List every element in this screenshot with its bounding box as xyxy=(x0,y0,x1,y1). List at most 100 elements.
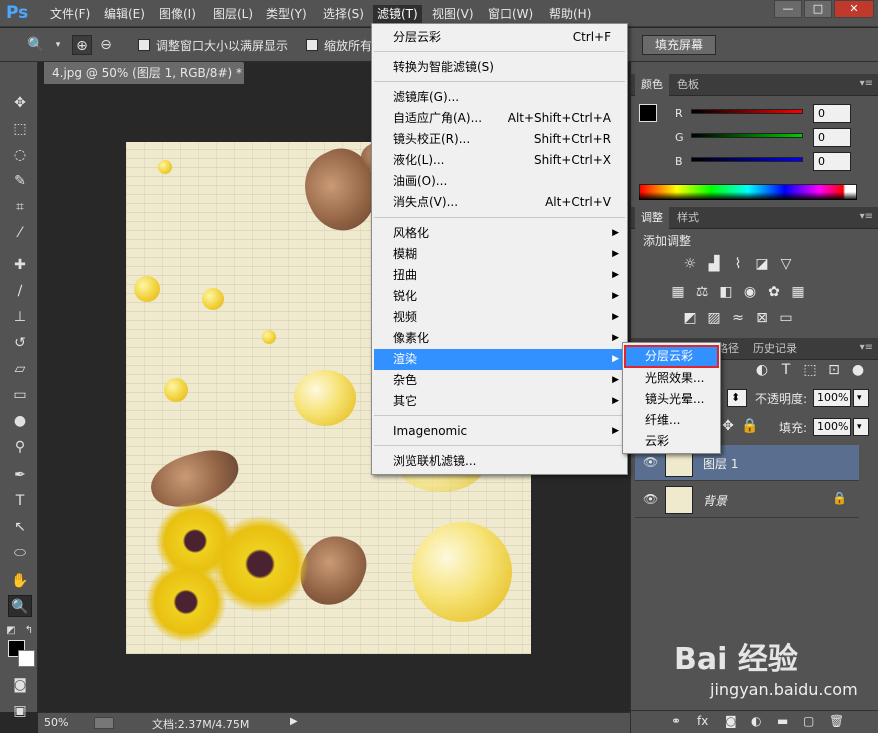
opacity-dropdown-icon[interactable]: ▾ xyxy=(853,389,869,407)
menu-item-oil-paint[interactable]: 油画(O)... xyxy=(374,171,625,192)
menu-edit[interactable]: 编辑(E) xyxy=(100,5,149,23)
slider-b-track[interactable] xyxy=(691,157,803,162)
document-tab[interactable]: 4.jpg @ 50% (图层 1, RGB/8#) * × xyxy=(44,62,244,102)
layer-name[interactable]: 背景 xyxy=(703,492,727,509)
menu-item-lens-correction[interactable]: 镜头校正(R)... Shift+Ctrl+R xyxy=(374,129,625,150)
type-tool-icon[interactable]: T xyxy=(8,490,32,512)
filter-type-icon[interactable]: T xyxy=(777,362,795,378)
layer-name[interactable]: 图层 1 xyxy=(703,455,738,472)
filter-adjustment-icon[interactable]: ◐ xyxy=(753,362,771,378)
filter-toggle-icon[interactable]: ● xyxy=(849,362,867,378)
menu-window[interactable]: 窗口(W) xyxy=(484,5,537,23)
menu-item-stylize[interactable]: 风格化 ▶ xyxy=(374,223,625,244)
menu-filter[interactable]: 滤镜(T) xyxy=(373,5,422,23)
color-lookup-icon[interactable]: ▦ xyxy=(789,284,807,300)
swap-colors-icon[interactable]: ↰ xyxy=(22,620,36,642)
crop-tool-icon[interactable]: ⌗ xyxy=(8,196,32,218)
menu-item-browse-online-filters[interactable]: 浏览联机滤镜... xyxy=(374,451,625,472)
menu-item-clouds-difference-last[interactable]: 分层云彩 Ctrl+F xyxy=(374,27,625,48)
link-layers-icon[interactable]: ⚭ xyxy=(671,714,681,728)
pen-tool-icon[interactable]: ✒ xyxy=(8,464,32,486)
menu-item-noise[interactable]: 杂色 ▶ xyxy=(374,370,625,391)
menu-item-pixelate[interactable]: 像素化 ▶ xyxy=(374,328,625,349)
menu-item-blur[interactable]: 模糊 ▶ xyxy=(374,244,625,265)
hand-tool-icon[interactable]: ✋ xyxy=(8,570,32,592)
color-spectrum-bar[interactable] xyxy=(639,184,857,200)
filter-shape-icon[interactable]: ⬚ xyxy=(801,362,819,378)
tab-styles[interactable]: 样式 xyxy=(671,207,705,229)
menu-file[interactable]: 文件(F) xyxy=(46,5,94,23)
hue-saturation-icon[interactable]: ▦ xyxy=(669,284,687,300)
default-colors-icon[interactable]: ◩ xyxy=(4,620,18,642)
zoom-in-icon[interactable]: ⊕ xyxy=(72,35,92,55)
blur-tool-icon[interactable]: ● xyxy=(8,410,32,432)
fill-dropdown-icon[interactable]: ▾ xyxy=(853,418,869,436)
lock-all-icon[interactable]: 🔒 xyxy=(741,418,759,434)
menu-item-sharpen[interactable]: 锐化 ▶ xyxy=(374,286,625,307)
minimize-button[interactable]: — xyxy=(774,0,802,18)
panel-menu-icon[interactable]: ▾≡ xyxy=(860,78,873,89)
delete-layer-icon[interactable]: 🗑 xyxy=(829,714,844,728)
tool-preset-dropdown-icon[interactable]: ▾ xyxy=(48,35,68,55)
gradient-tool-icon[interactable]: ▭ xyxy=(8,384,32,406)
background-color-swatch[interactable] xyxy=(18,650,35,667)
selective-color-icon[interactable]: ⊠ xyxy=(753,310,771,326)
submenu-item-lighting-effects[interactable]: 光照效果... xyxy=(625,368,718,389)
quick-select-tool-icon[interactable]: ✎ xyxy=(8,170,32,192)
photo-filter-icon[interactable]: ◉ xyxy=(741,284,759,300)
menu-select[interactable]: 选择(S) xyxy=(319,5,368,23)
tab-history[interactable]: 历史记录 xyxy=(747,338,803,360)
close-button[interactable]: ✕ xyxy=(834,0,874,18)
gradient-map-icon[interactable]: ▭ xyxy=(777,310,795,326)
invert-icon[interactable]: ◩ xyxy=(681,310,699,326)
maximize-button[interactable]: □ xyxy=(804,0,832,18)
menu-item-filter-gallery[interactable]: 滤镜库(G)... xyxy=(374,87,625,108)
quick-mask-icon[interactable]: ◙ xyxy=(8,674,32,696)
lasso-tool-icon[interactable]: ◌ xyxy=(8,144,32,166)
channel-mixer-icon[interactable]: ✿ xyxy=(765,284,783,300)
zoom-out-icon[interactable]: ⊖ xyxy=(96,35,116,55)
menu-item-adaptive-wide-angle[interactable]: 自适应广角(A)... Alt+Shift+Ctrl+A xyxy=(374,108,625,129)
menu-item-video[interactable]: 视频 ▶ xyxy=(374,307,625,328)
slider-r-track[interactable] xyxy=(691,109,803,114)
menu-item-other[interactable]: 其它 ▶ xyxy=(374,391,625,412)
opacity-value[interactable]: 100% xyxy=(813,389,851,407)
color-balance-icon[interactable]: ⚖ xyxy=(693,284,711,300)
vibrance-icon[interactable]: ▽ xyxy=(777,256,795,272)
lock-position-icon[interactable]: ✥ xyxy=(719,418,737,434)
screen-mode-icon[interactable]: ▣ xyxy=(8,700,32,722)
panel-menu-icon[interactable]: ▾≡ xyxy=(860,342,873,353)
new-adjustment-icon[interactable]: ◐ xyxy=(751,714,761,728)
submenu-item-lens-flare[interactable]: 镜头光晕... xyxy=(625,389,718,410)
submenu-item-clouds[interactable]: 云彩 xyxy=(625,431,718,452)
menu-item-imagenomic[interactable]: Imagenomic ▶ xyxy=(374,421,625,442)
zoom-tool-icon[interactable]: 🔍 xyxy=(26,35,46,55)
menu-item-vanishing-point[interactable]: 消失点(V)... Alt+Ctrl+V xyxy=(374,192,625,213)
fill-value[interactable]: 100% xyxy=(813,418,851,436)
brush-tool-icon[interactable]: ∕ xyxy=(8,280,32,302)
exposure-icon[interactable]: ◪ xyxy=(753,256,771,272)
slider-r-value[interactable]: 0 xyxy=(813,104,851,123)
menu-type[interactable]: 类型(Y) xyxy=(262,5,311,23)
threshold-icon[interactable]: ≈ xyxy=(729,310,747,326)
healing-brush-tool-icon[interactable]: ✚ xyxy=(8,254,32,276)
visibility-eye-icon[interactable]: 👁 xyxy=(643,492,658,506)
slider-g-track[interactable] xyxy=(691,133,803,138)
marquee-tool-icon[interactable]: ⬚ xyxy=(8,118,32,140)
fill-screen-button[interactable]: 填充屏幕 xyxy=(642,35,717,55)
move-tool-icon[interactable]: ✥ xyxy=(8,92,32,114)
eyedropper-tool-icon[interactable]: ⁄ xyxy=(8,222,32,244)
fg-color-swatch[interactable] xyxy=(639,104,657,122)
menu-item-distort[interactable]: 扭曲 ▶ xyxy=(374,265,625,286)
menu-item-convert-smart-filter[interactable]: 转换为智能滤镜(S) xyxy=(374,57,625,78)
brightness-icon[interactable]: ☼ xyxy=(681,256,699,272)
status-menu-arrow-icon[interactable]: ▶ xyxy=(290,716,298,727)
filter-smart-object-icon[interactable]: ⊡ xyxy=(825,362,843,378)
slider-g-value[interactable]: 0 xyxy=(813,128,851,147)
blend-mode-dropdown[interactable]: ⬍ xyxy=(727,389,747,407)
zoom-all-checkbox[interactable] xyxy=(306,39,318,51)
menu-item-render[interactable]: 渲染 ▶ xyxy=(374,349,625,370)
layer-style-icon[interactable]: fx xyxy=(697,714,708,728)
menu-layer[interactable]: 图层(L) xyxy=(209,5,257,23)
panel-menu-icon[interactable]: ▾≡ xyxy=(860,211,873,222)
